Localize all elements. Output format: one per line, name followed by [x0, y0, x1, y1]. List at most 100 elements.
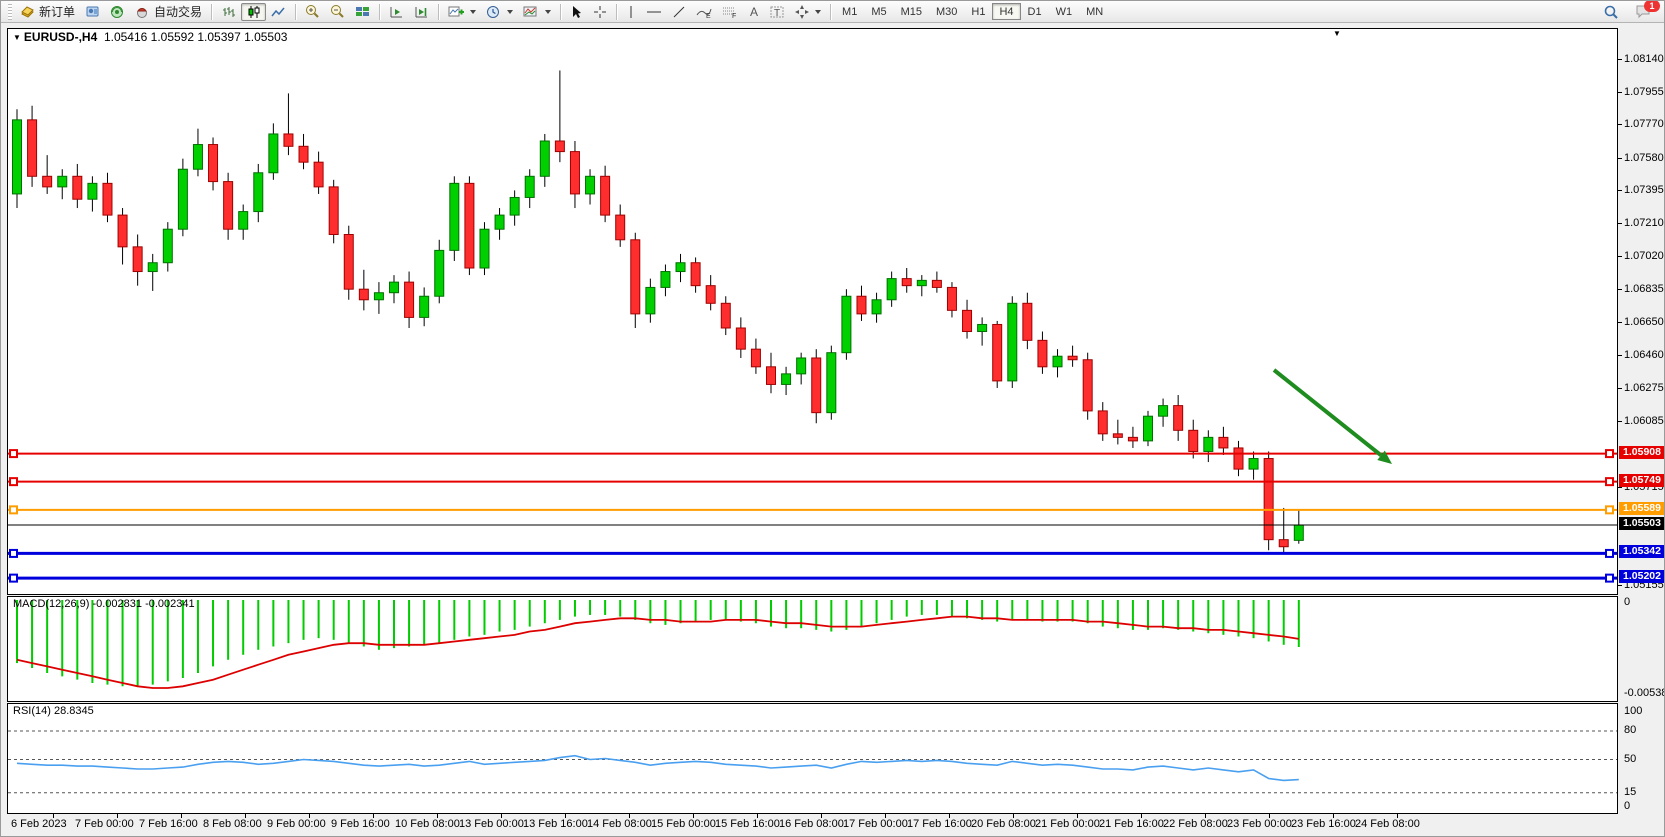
candle-up — [525, 176, 534, 197]
text-tool-button[interactable]: A — [743, 3, 765, 21]
candle-up — [1294, 525, 1303, 540]
level-line-handle[interactable] — [10, 550, 17, 557]
candle-up — [420, 296, 429, 317]
candle-up — [148, 263, 157, 272]
market-watch-button[interactable] — [80, 3, 105, 21]
arrows-tool-button[interactable] — [790, 3, 826, 21]
macd-chart[interactable] — [8, 597, 1617, 701]
candle-down — [103, 183, 112, 215]
candle-down — [963, 310, 972, 331]
level-line-handle[interactable] — [10, 575, 17, 582]
price-tick-label: 1.07770 — [1624, 118, 1664, 130]
bar-chart-mode-button[interactable] — [216, 3, 241, 21]
timeframe-button-m15[interactable]: M15 — [894, 3, 929, 20]
crosshair-tool-button[interactable] — [588, 3, 612, 21]
crosshair-icon — [593, 5, 607, 19]
timeframe-button-d1[interactable]: D1 — [1021, 3, 1049, 20]
text-label-tool-button[interactable]: T — [765, 3, 790, 21]
price-axis[interactable]: 1.081401.079551.077701.075801.073951.072… — [1618, 28, 1665, 814]
rsi-indicator-pane[interactable]: RSI(14) 28.8345 — [7, 703, 1618, 814]
auto-scroll-button[interactable] — [384, 3, 409, 21]
level-line-handle[interactable] — [10, 450, 17, 457]
vertical-line-tool-button[interactable] — [621, 3, 641, 21]
svg-text:F: F — [732, 13, 736, 19]
notification-badge: 1 — [1644, 0, 1660, 12]
search-button[interactable] — [1598, 3, 1624, 21]
candle-up — [661, 272, 670, 288]
template-button[interactable] — [518, 3, 556, 21]
auto-trading-button[interactable]: 自动交易 — [130, 3, 207, 21]
fibonacci-tool-button[interactable]: F — [717, 3, 743, 21]
chart-shift-button[interactable] — [409, 3, 434, 21]
level-line-handle[interactable] — [10, 506, 17, 513]
macd-indicator-pane[interactable]: MACD(12,26,9) -0.002831 -0.002341 — [7, 596, 1618, 702]
tile-windows-icon — [355, 5, 370, 19]
timeframe-button-w1[interactable]: W1 — [1049, 3, 1080, 20]
cursor-tool-button[interactable] — [565, 3, 588, 21]
timeframe-button-m30[interactable]: M30 — [929, 3, 964, 20]
candlestick-mode-button[interactable] — [241, 3, 266, 21]
price-tick-mark — [1618, 487, 1622, 488]
time-label: 17 Feb 16:00 — [907, 818, 972, 830]
level-line-handle[interactable] — [10, 478, 17, 485]
candle-up — [435, 250, 444, 296]
price-tick-mark — [1618, 289, 1622, 290]
timeframe-button-m1[interactable]: M1 — [835, 3, 864, 20]
svg-text:T: T — [774, 8, 780, 19]
candle-up — [1008, 303, 1017, 381]
price-tick-mark — [1618, 124, 1622, 125]
candle-down — [73, 176, 82, 199]
zoom-in-button[interactable] — [300, 3, 325, 21]
candle-down — [314, 162, 323, 187]
candle-up — [872, 300, 881, 314]
time-label: 23 Feb 00:00 — [1227, 818, 1292, 830]
price-tag-1.05749: 1.05749 — [1619, 474, 1665, 487]
signals-button[interactable] — [105, 3, 130, 21]
horizontal-line-tool-button[interactable] — [641, 3, 667, 21]
timeframe-toolbar: M1M5M15M30H1H4D1W1MN — [835, 3, 1110, 20]
chart-dropdown-icon[interactable]: ▼ — [13, 33, 21, 42]
new-chart-button[interactable] — [443, 3, 481, 21]
level-line-handle[interactable] — [1606, 450, 1613, 457]
candle-down — [1023, 303, 1032, 340]
level-line-handle[interactable] — [1606, 575, 1613, 582]
price-chart-pane[interactable]: ▼EURUSD-,H4 1.05416 1.05592 1.05397 1.05… — [7, 28, 1618, 595]
channel-tool-button[interactable]: E — [691, 3, 717, 21]
candle-down — [616, 215, 625, 240]
arrows-dropdown-caret[interactable] — [815, 10, 821, 14]
toolbar-grip[interactable] — [8, 4, 12, 20]
template-dropdown-caret[interactable] — [545, 10, 551, 14]
candle-down — [43, 176, 52, 187]
trend-arrow-annotation[interactable] — [1274, 370, 1381, 455]
price-tick-label: 1.07395 — [1624, 184, 1664, 196]
macd-label: MACD(12,26,9) -0.002831 -0.002341 — [13, 598, 195, 610]
candle-down — [284, 134, 293, 146]
time-axis[interactable]: 6 Feb 20237 Feb 00:007 Feb 16:008 Feb 08… — [7, 814, 1618, 833]
rsi-chart[interactable] — [8, 704, 1617, 813]
tile-windows-button[interactable] — [350, 3, 375, 21]
toolbar-separator — [616, 4, 617, 20]
candle-down — [1189, 430, 1198, 451]
level-line-handle[interactable] — [1606, 506, 1613, 513]
timeframe-button-h1[interactable]: H1 — [964, 3, 992, 20]
candle-up — [917, 280, 926, 285]
candle-down — [405, 282, 414, 317]
candle-down — [601, 176, 610, 215]
candlestick-chart[interactable] — [8, 29, 1617, 594]
candle-down — [344, 235, 353, 290]
chart-menu-caret[interactable]: ▼ — [1333, 29, 1341, 38]
trendline-tool-button[interactable] — [667, 3, 691, 21]
line-chart-mode-button[interactable] — [266, 3, 291, 21]
timeframe-button-m5[interactable]: M5 — [864, 3, 893, 20]
notifications-button[interactable]: 1 — [1630, 3, 1656, 21]
new-chart-dropdown-caret[interactable] — [470, 10, 476, 14]
period-clock-button[interactable] — [481, 3, 518, 21]
timeframe-button-mn[interactable]: MN — [1079, 3, 1110, 20]
level-line-handle[interactable] — [1606, 478, 1613, 485]
new-order-label: 新订单 — [39, 3, 75, 20]
new-order-button[interactable]: 新订单 — [15, 3, 80, 21]
zoom-out-button[interactable] — [325, 3, 350, 21]
period-dropdown-caret[interactable] — [507, 10, 513, 14]
level-line-handle[interactable] — [1606, 550, 1613, 557]
timeframe-button-h4[interactable]: H4 — [992, 3, 1020, 20]
